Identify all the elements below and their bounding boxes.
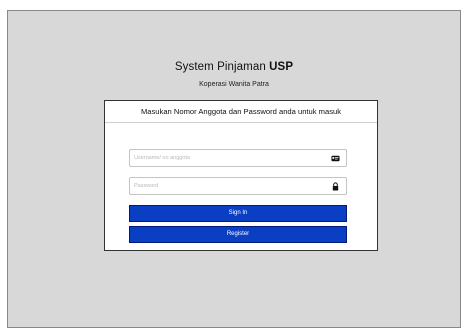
username-field[interactable]: [129, 149, 347, 167]
page-title: System Pinjaman USP: [8, 61, 460, 73]
username-input[interactable]: [134, 150, 324, 166]
sign-in-button[interactable]: Sign In: [129, 205, 347, 222]
login-panel: Masukan Nomor Anggota dan Password anda …: [104, 100, 378, 251]
panel-divider: [105, 122, 377, 123]
login-instruction: Masukan Nomor Anggota dan Password anda …: [140, 107, 342, 116]
page-title-text: System Pinjaman: [174, 61, 270, 73]
lock-icon: [332, 182, 339, 191]
page-title-strong: USP: [269, 61, 294, 73]
register-button[interactable]: Register: [129, 226, 347, 243]
password-field[interactable]: [129, 177, 347, 195]
app-window: System Pinjaman USP Koperasi Wanita Patr…: [7, 10, 461, 328]
id-card-icon: [331, 155, 340, 162]
password-input[interactable]: [134, 178, 324, 194]
page-subtitle: Koperasi Wanita Patra: [199, 81, 269, 88]
